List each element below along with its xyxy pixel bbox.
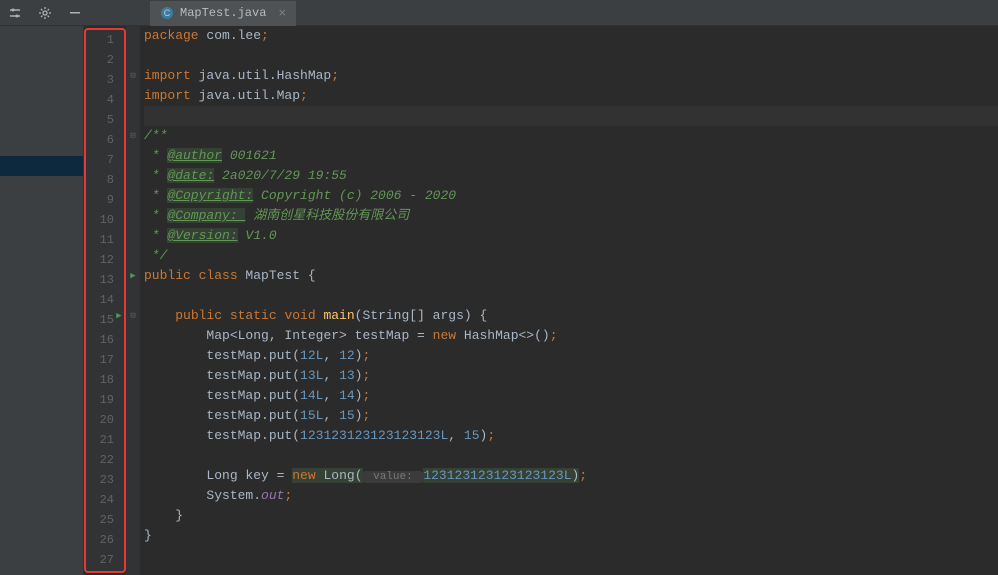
minimize-icon[interactable] <box>64 2 86 24</box>
top-toolbar: C MapTest.java × <box>0 0 998 26</box>
code-line: } <box>144 506 998 526</box>
code-line <box>144 106 998 126</box>
line-number-gutter: 1234567891011121314151617181920212223242… <box>84 28 126 573</box>
code-editor[interactable]: 1234567891011121314151617181920212223242… <box>84 26 998 575</box>
code-line <box>144 446 998 466</box>
code-line <box>144 546 998 566</box>
code-line: * @Version: V1.0 <box>144 226 998 246</box>
close-icon[interactable]: × <box>278 6 286 21</box>
code-area[interactable]: package com.lee; import java.util.HashMa… <box>140 26 998 575</box>
code-line <box>144 46 998 66</box>
main-area: 1234567891011121314151617181920212223242… <box>0 26 998 575</box>
code-line: } <box>144 526 998 546</box>
code-line: public static void main(String[] args) { <box>144 306 998 326</box>
gear-icon[interactable] <box>34 2 56 24</box>
fold-gutter: ⊟ ⊟ ▶ ⊟ ▶ <box>126 26 140 575</box>
code-line: System.out; <box>144 486 998 506</box>
code-line: Map<Long, Integer> testMap = new HashMap… <box>144 326 998 346</box>
code-line: */ <box>144 246 998 266</box>
svg-text:C: C <box>164 8 171 18</box>
tab-filename: MapTest.java <box>180 6 266 20</box>
parameter-hint: value: <box>363 471 424 483</box>
code-line: public class MapTest { <box>144 266 998 286</box>
code-line: testMap.put(15L, 15); <box>144 406 998 426</box>
editor-tabs: C MapTest.java × <box>150 0 296 26</box>
run-gutter-icon[interactable]: ▶ <box>114 311 124 321</box>
code-line: testMap.put(14L, 14); <box>144 386 998 406</box>
code-line: import java.util.Map; <box>144 86 998 106</box>
code-line: import java.util.HashMap; <box>144 66 998 86</box>
project-sidebar[interactable] <box>0 26 84 575</box>
code-line: * @Company: 湖南创星科技股份有限公司 <box>144 206 998 226</box>
tab-maptest[interactable]: C MapTest.java × <box>150 1 296 26</box>
code-line: * @date: 2a020/7/29 19:55 <box>144 166 998 186</box>
code-line: Long key = new Long( value: 123123123123… <box>144 466 998 486</box>
fold-icon[interactable]: ⊟ <box>128 71 138 81</box>
code-line: * @Copyright: Copyright (c) 2006 - 2020 <box>144 186 998 206</box>
code-line: testMap.put(13L, 13); <box>144 366 998 386</box>
java-class-icon: C <box>160 6 174 20</box>
code-line: testMap.put(12L, 12); <box>144 346 998 366</box>
fold-icon[interactable]: ⊟ <box>128 131 138 141</box>
run-gutter-icon[interactable]: ▶ <box>128 271 138 281</box>
code-line <box>144 286 998 306</box>
code-line: package com.lee; <box>144 26 998 46</box>
code-line: /** <box>144 126 998 146</box>
code-line: testMap.put(123123123123123123L, 15); <box>144 426 998 446</box>
sidebar-selection[interactable] <box>0 156 83 176</box>
code-line: * @author 001621 <box>144 146 998 166</box>
fold-icon[interactable]: ⊟ <box>128 311 138 321</box>
settings-sliders-icon[interactable] <box>4 2 26 24</box>
